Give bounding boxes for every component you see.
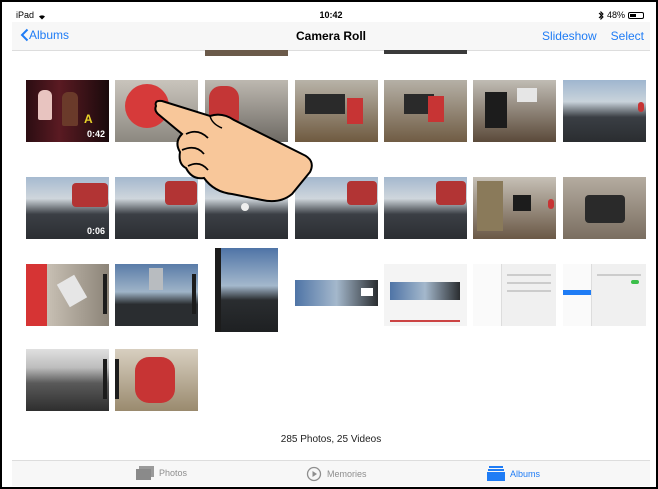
photo-thumbnail[interactable] [384,80,467,142]
photo-thumbnail[interactable] [473,80,556,142]
library-count: 285 Photos, 25 Videos [280,434,382,445]
memories-icon [306,466,322,482]
photo-thumbnail[interactable] [295,280,378,306]
slideshow-button[interactable]: Slideshow [542,29,597,43]
screenshot-thumbnail[interactable] [384,264,467,326]
screenshot-thumbnail[interactable] [563,264,646,326]
select-button[interactable]: Select [611,29,644,43]
tab-photos-label: Photos [159,468,188,478]
photo-thumbnail[interactable] [26,349,109,411]
photo-thumbnail[interactable] [473,177,556,239]
bluetooth-icon [598,10,604,20]
tab-photos[interactable]: Photos [136,466,187,480]
nav-actions: Slideshow Select [542,29,644,43]
photo-thumbnail[interactable] [115,349,198,411]
pointing-hand-icon [154,99,313,203]
status-bar: iPad 10:42 48% [12,8,650,22]
video-duration: 0:42 [86,129,105,139]
albums-icon [487,466,505,481]
photo-thumbnail[interactable] [26,264,109,326]
tab-memories-label: Memories [327,469,367,479]
video-thumbnail[interactable]: 0:06 [26,177,109,239]
video-thumbnail[interactable]: A 0:42 [26,80,109,142]
photo-thumbnail[interactable] [215,248,278,332]
photo-thumbnail[interactable] [384,177,467,239]
status-right: 48% [598,10,644,20]
screenshot-frame: iPad 10:42 48% Albums Camera Roll Slides… [0,0,658,489]
tab-memories[interactable]: Memories [306,466,367,482]
status-time: 10:42 [319,10,343,20]
video-duration: 0:06 [86,226,105,236]
photo-thumbnail[interactable] [563,177,646,239]
photo-thumbnail[interactable] [384,50,467,54]
photo-grid: A 0:42 0:06 [12,50,650,440]
ipad-screen: iPad 10:42 48% Albums Camera Roll Slides… [12,8,650,486]
battery-icon [628,11,644,19]
photo-thumbnail[interactable] [205,50,288,56]
battery-percent: 48% [606,10,625,20]
navigation-bar: Albums Camera Roll Slideshow Select [12,22,650,51]
tab-bar: Photos Memories Albums [12,460,650,486]
tab-albums[interactable]: Albums [487,466,540,481]
photo-thumbnail[interactable] [115,264,198,326]
screenshot-thumbnail[interactable] [473,264,556,326]
photos-icon [136,466,154,480]
photo-thumbnail[interactable] [563,80,646,142]
tab-albums-label: Albums [510,468,541,479]
